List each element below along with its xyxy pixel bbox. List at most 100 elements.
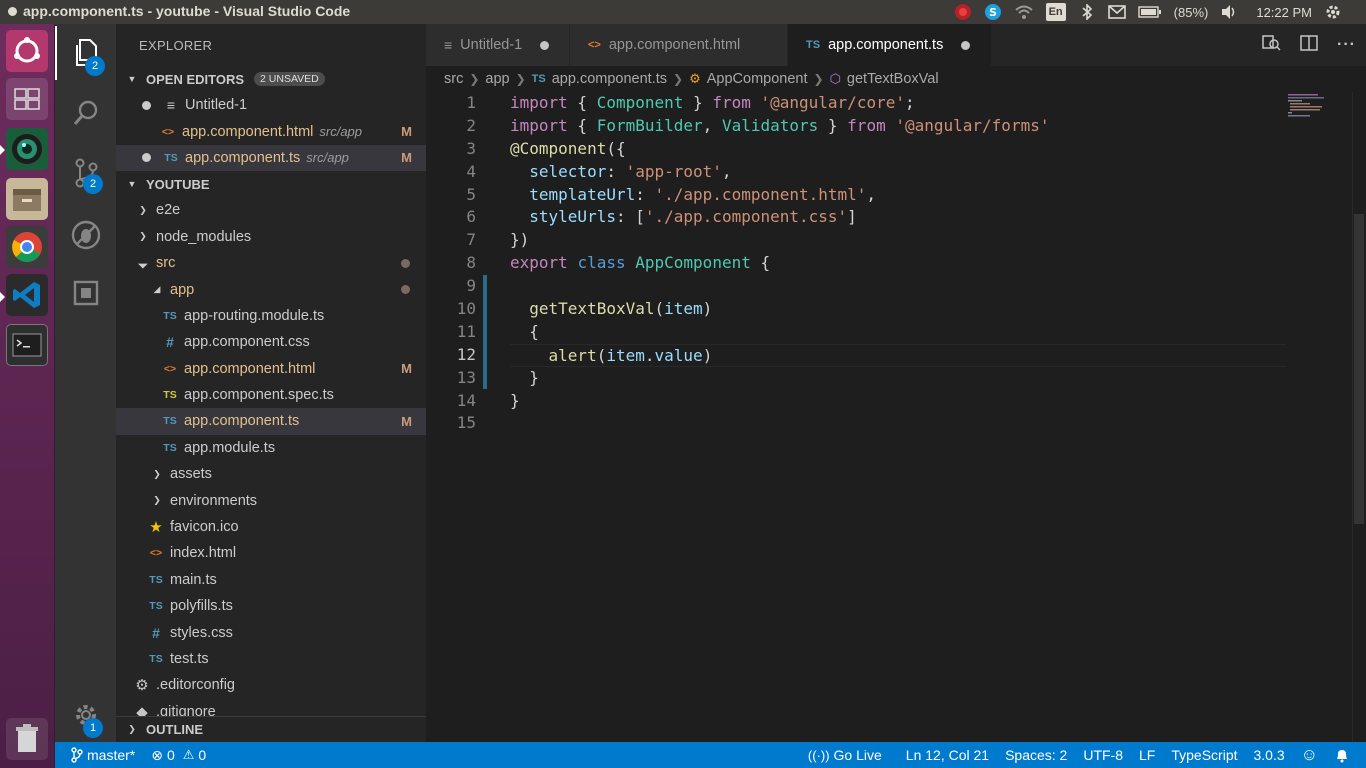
unsaved-dot-icon[interactable] xyxy=(142,100,151,110)
tree-file[interactable]: # styles.css xyxy=(116,619,426,645)
cursor-position[interactable]: Ln 12, Col 21 xyxy=(898,742,997,768)
open-editor-item[interactable]: <> app.component.html src/app M xyxy=(116,118,426,144)
shotwell-lens-icon[interactable] xyxy=(6,128,48,170)
tree-file[interactable]: TS app.module.ts xyxy=(116,435,426,461)
tree-file[interactable]: TS app.component.spec.ts xyxy=(116,382,426,408)
settings-gear-icon[interactable]: 1 xyxy=(55,688,116,742)
code-line[interactable]: getTextBoxVal(item) xyxy=(510,298,1286,321)
workspace-section[interactable]: ▼ YOUTUBE xyxy=(116,171,426,197)
wifi-icon[interactable] xyxy=(1014,3,1034,21)
open-editors-section[interactable]: ▼ OPEN EDITORS 2 UNSAVED xyxy=(116,66,426,92)
code-line[interactable]: } xyxy=(510,390,1286,413)
code-line[interactable]: @Component({ xyxy=(510,138,1286,161)
tree-label: app-routing.module.ts xyxy=(184,307,325,324)
breadcrumb-item[interactable]: getTextBoxVal xyxy=(847,71,939,87)
code-lines[interactable]: import { Component } from '@angular/core… xyxy=(510,92,1286,435)
tree-file[interactable]: <> app.component.html M xyxy=(116,356,426,382)
tree-file[interactable]: TS app.component.ts M xyxy=(116,408,426,435)
code-line[interactable]: selector: 'app-root', xyxy=(510,161,1286,184)
tree-folder[interactable]: ❯ e2e xyxy=(116,197,426,223)
language-mode[interactable]: TypeScript xyxy=(1163,742,1245,768)
tree-file[interactable]: TS app-routing.module.ts xyxy=(116,303,426,329)
tree-folder[interactable]: ❯ environments xyxy=(116,487,426,513)
tree-file[interactable]: TS test.ts xyxy=(116,646,426,672)
code-line[interactable]: } xyxy=(510,367,1286,390)
window-close-dot-icon[interactable] xyxy=(8,6,17,16)
line-endings[interactable]: LF xyxy=(1131,742,1163,768)
code-line[interactable]: import { FormBuilder, Validators } from … xyxy=(510,115,1286,138)
mail-icon[interactable] xyxy=(1107,3,1126,21)
tree-file[interactable]: TS polyfills.ts xyxy=(116,593,426,619)
trash-icon[interactable] xyxy=(6,718,48,760)
code-line[interactable]: alert(item.value) xyxy=(510,343,1286,367)
branch-indicator[interactable]: master* xyxy=(63,742,143,768)
unsaved-dot-icon[interactable] xyxy=(540,40,550,50)
tree-folder[interactable]: ❯ node_modules xyxy=(116,224,426,250)
split-editor-icon[interactable] xyxy=(1299,34,1319,57)
vertical-scrollbar[interactable] xyxy=(1352,92,1366,742)
code-line[interactable]: styleUrls: ['./app.component.css'] xyxy=(510,206,1286,229)
bell-icon[interactable] xyxy=(1326,742,1358,768)
tree-file[interactable]: ★ favicon.ico xyxy=(116,514,426,540)
bluetooth-icon[interactable] xyxy=(1078,3,1096,21)
source-control-icon[interactable]: 2 xyxy=(55,146,116,200)
debug-icon[interactable] xyxy=(55,208,116,262)
system-settings-gear-icon[interactable] xyxy=(1324,3,1342,21)
ubuntu-dash-icon[interactable] xyxy=(6,30,48,72)
open-editor-item[interactable]: ≡ Untitled-1 xyxy=(116,92,426,118)
code-line[interactable]: { xyxy=(510,321,1286,344)
unsaved-dot-icon[interactable] xyxy=(961,40,971,50)
minimap[interactable] xyxy=(1288,92,1348,132)
more-actions-icon[interactable]: ··· xyxy=(1337,36,1356,54)
code-line[interactable]: import { Component } from '@angular/core… xyxy=(510,92,1286,115)
record-indicator-icon[interactable] xyxy=(954,3,972,21)
code-line[interactable]: }) xyxy=(510,229,1286,252)
volume-icon[interactable] xyxy=(1220,3,1238,21)
tree-file[interactable]: TS main.ts xyxy=(116,567,426,593)
workspace-switcher-icon[interactable] xyxy=(6,78,48,120)
scrollbar-thumb[interactable] xyxy=(1354,214,1364,524)
tree-folder[interactable]: ❯ assets xyxy=(116,461,426,487)
code-editor[interactable]: 1 2 3 4 5 6 7 8 9 10 11 12 13 14 15 impo… xyxy=(426,92,1366,742)
file-manager-icon[interactable] xyxy=(6,178,48,220)
feedback-smiley-icon[interactable]: ☺ xyxy=(1293,742,1326,768)
encoding[interactable]: UTF-8 xyxy=(1075,742,1131,768)
problems-indicator[interactable]: ⊗ 0 ⚠ 0 xyxy=(143,742,214,768)
breadcrumb-item[interactable]: app xyxy=(485,71,509,87)
vscode-icon[interactable] xyxy=(6,274,48,316)
tree-file[interactable]: <> index.html xyxy=(116,540,426,566)
search-icon[interactable] xyxy=(55,86,116,140)
code-line[interactable]: templateUrl: './app.component.html', xyxy=(510,184,1286,207)
open-changes-icon[interactable] xyxy=(1261,34,1281,57)
code-line[interactable] xyxy=(510,412,1286,435)
battery-icon[interactable] xyxy=(1137,3,1162,21)
typescript-version[interactable]: 3.0.3 xyxy=(1246,742,1293,768)
skype-icon[interactable]: S xyxy=(984,3,1002,21)
tab-app-component-ts[interactable]: TS app.component.ts xyxy=(788,24,992,66)
open-editor-item[interactable]: TS app.component.ts src/app M xyxy=(116,144,426,172)
chevron-down-icon: ◢ xyxy=(153,284,161,295)
extensions-icon[interactable] xyxy=(55,266,116,320)
tree-folder[interactable]: ◢ src xyxy=(116,250,426,276)
outline-section[interactable]: ❯ OUTLINE xyxy=(116,716,426,742)
unsaved-dot-icon[interactable] xyxy=(142,153,151,163)
breadcrumb-item[interactable]: app.component.ts xyxy=(552,71,667,87)
tree-file[interactable]: ⚙ .editorconfig xyxy=(116,672,426,698)
line-number-gutter: 1 2 3 4 5 6 7 8 9 10 11 12 13 14 15 xyxy=(426,92,506,435)
breadcrumb-item[interactable]: src xyxy=(444,71,463,87)
go-live-button[interactable]: ((·)) Go Live xyxy=(800,742,890,768)
terminal-icon[interactable] xyxy=(6,324,48,366)
keyboard-layout-indicator[interactable]: En xyxy=(1045,3,1066,21)
code-line[interactable] xyxy=(510,275,1286,298)
tree-file[interactable]: # app.component.css xyxy=(116,329,426,355)
files-icon[interactable]: 2 xyxy=(55,26,116,80)
git-change-marker[interactable] xyxy=(483,275,487,389)
clock[interactable]: 12:22 PM xyxy=(1256,5,1312,20)
tab-app-component-html[interactable]: <> app.component.html xyxy=(570,24,788,66)
code-line[interactable]: export class AppComponent { xyxy=(510,252,1286,275)
chrome-icon[interactable] xyxy=(6,226,48,268)
tree-folder[interactable]: ◢ app xyxy=(116,276,426,302)
tab-untitled[interactable]: ≡ Untitled-1 xyxy=(426,24,570,66)
indentation[interactable]: Spaces: 2 xyxy=(997,742,1075,768)
breadcrumb-item[interactable]: AppComponent xyxy=(707,71,808,87)
